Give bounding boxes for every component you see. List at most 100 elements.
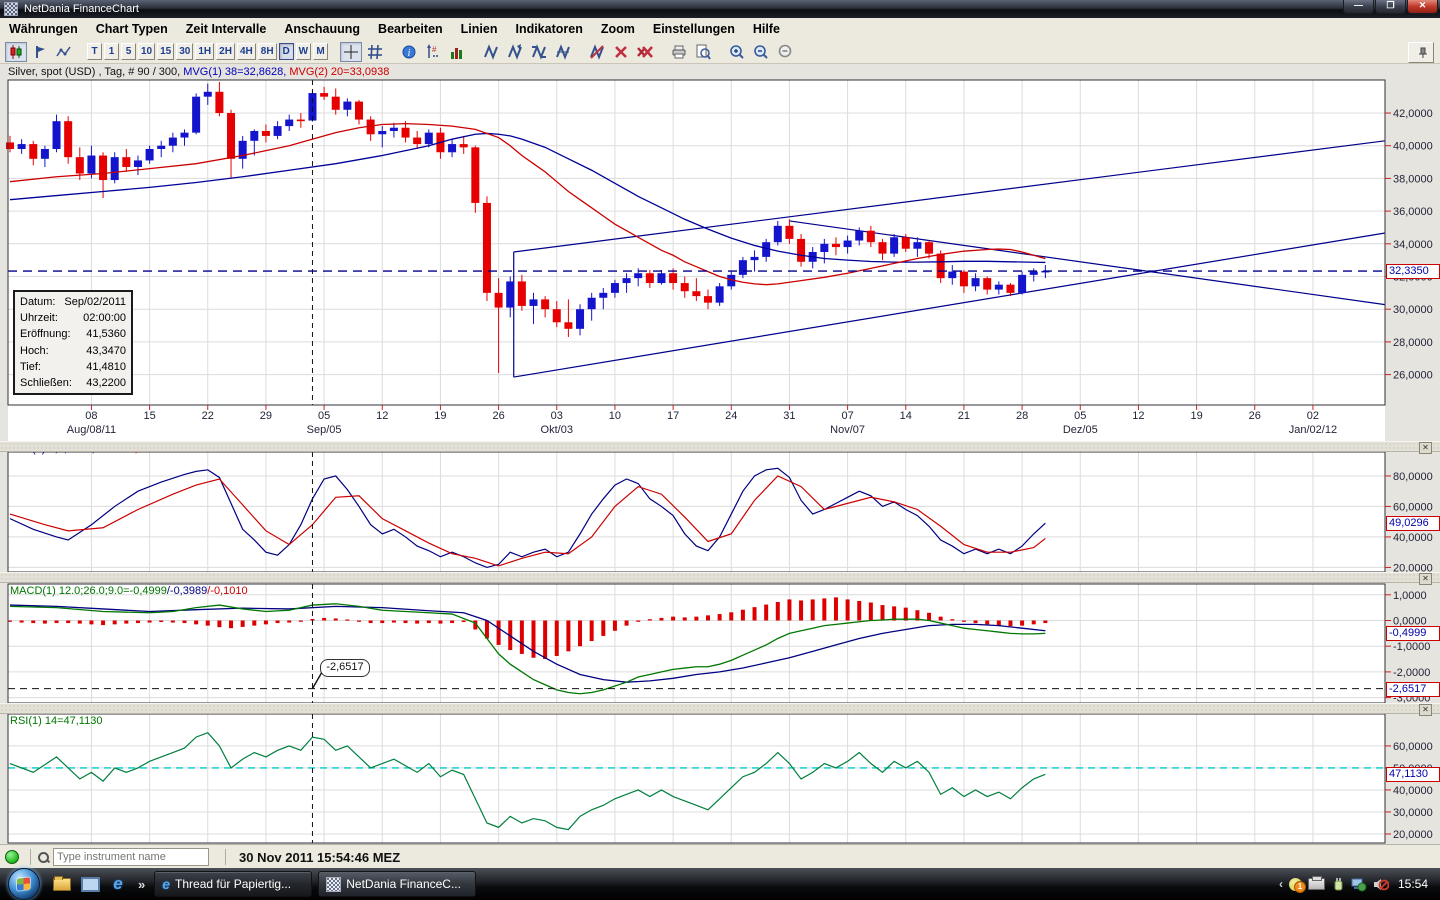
svg-text:-1,0000: -1,0000 [1393,641,1430,653]
interval-2h-button[interactable]: 2H [216,43,235,60]
svg-text:24: 24 [725,410,737,422]
restore-button[interactable]: ❐ [1375,0,1406,14]
chart-type-line-button[interactable] [53,42,75,62]
menu-item-zeit-intervalle[interactable]: Zeit Intervalle [177,20,276,38]
interval-15-button[interactable]: 15 [157,43,175,60]
print-preview-button[interactable] [692,42,714,62]
interval-t-button[interactable]: T [87,43,102,60]
splitter-pks-macd[interactable]: ✕ [0,572,1440,585]
interval-1h-button[interactable]: 1H [195,43,215,60]
close-panel-icon[interactable]: ✕ [1419,704,1432,716]
interval-w-button[interactable]: W [295,43,312,60]
title-bar: NetDania FinanceChart — ❐ ✕ [0,0,1440,18]
updates-tray-icon[interactable]: 1 [1288,877,1306,893]
interval-d-button[interactable]: D [278,43,294,60]
svg-text:34,0000: 34,0000 [1393,239,1433,251]
instrument-search-input[interactable] [53,848,209,866]
trendline-arrow-button[interactable] [504,42,526,62]
svg-text:60,0000: 60,0000 [1393,501,1433,513]
taskbar-window-1[interactable]: e Thread für Papiertig... [154,871,313,897]
splitter-main-pks[interactable]: ✕ [0,441,1440,454]
taskbar-window-2[interactable]: NetDania FinanceC... [318,871,477,897]
svg-text:05: 05 [1074,410,1086,422]
interval-8h-button[interactable]: 8H [257,43,277,60]
crosshair-button[interactable] [340,41,363,62]
svg-text:21: 21 [958,410,970,422]
chart-type-bars-button[interactable] [29,42,51,62]
macd-axis-value-highlight: -2,6517 [1386,681,1440,697]
close-panel-icon[interactable]: ✕ [1419,573,1432,585]
svg-text:12: 12 [1132,410,1144,422]
menu-item-zoom[interactable]: Zoom [592,20,644,38]
rsi-indicator-label: RSI(1) 14=47,1130 [10,715,102,727]
instrument-label-text: Silver, spot (USD) , Tag, # 90 / 300, [8,66,184,78]
network-tray-icon[interactable] [1351,877,1367,892]
edit-line-button[interactable] [586,42,608,62]
svg-text:31: 31 [783,410,795,422]
interval-10-button[interactable]: 10 [138,43,156,60]
close-panel-icon[interactable]: ✕ [1419,442,1432,454]
printer-tray-icon[interactable] [1307,876,1325,890]
menu-item-linien[interactable]: Linien [452,20,507,38]
search-icon [38,851,49,863]
zoom-reset-button[interactable] [774,42,796,62]
internet-explorer-icon[interactable]: e [108,874,128,894]
volume-button[interactable] [446,42,468,62]
ohlc-tooltip: Datum: Sep/02/2011 Uhrzeit: 02:00:00 Eröff… [13,290,133,396]
svg-text:05: 05 [318,410,330,422]
interval-4h-button[interactable]: 4H [236,43,256,60]
quicklaunch-folder-icon[interactable] [52,874,72,894]
power-plug-tray-icon[interactable] [1331,877,1345,892]
chart-type-candlestick-button[interactable] [5,41,27,62]
trendline-channel-button[interactable] [552,42,574,62]
macd-label-main: MACD(1) 12.0;26.0;9.0=-0,4999 [10,585,167,597]
zoom-in-button[interactable] [726,42,748,62]
start-button[interactable] [8,868,40,900]
interval-5-button[interactable]: 5 [121,43,136,60]
tray-expand-chevron[interactable]: ‹ [1279,877,1283,891]
application-window: 42,000040,000038,000036,000034,000032,00… [0,0,1440,900]
menu-item-chart-typen[interactable]: Chart Typen [87,20,177,38]
svg-text:15: 15 [143,410,155,422]
interval-1-button[interactable]: 1 [104,43,119,60]
menu-item-bearbeiten[interactable]: Bearbeiten [369,20,452,38]
delete-all-lines-button[interactable] [634,42,656,62]
show-desktop-icon[interactable] [80,874,100,894]
menu-item-indikatoren[interactable]: Indikatoren [506,20,591,38]
connection-status-icon [5,850,19,864]
trendline-button[interactable] [480,42,502,62]
svg-text:80,0000: 80,0000 [1393,471,1433,483]
menu-item-hilfe[interactable]: Hilfe [744,20,789,38]
trendline-ticks-button[interactable] [528,42,550,62]
volume-muted-tray-icon[interactable] [1373,877,1389,892]
svg-text:26,0000: 26,0000 [1393,370,1433,382]
taskbar-window-title: NetDania FinanceC... [346,877,461,891]
mvg2-label: MVG(2) 20=33,0938 [289,66,390,78]
svg-text:42,0000: 42,0000 [1393,108,1433,120]
svg-text:#: # [432,45,437,54]
svg-text:08: 08 [85,410,97,422]
svg-text:38,0000: 38,0000 [1393,173,1433,185]
zoom-out-button[interactable] [750,42,772,62]
menu-item-einstellungen[interactable]: Einstellungen [644,20,744,38]
netdania-icon [326,876,342,892]
interval-m-button[interactable]: M [313,43,329,60]
menu-bar: Währungen Chart Typen Zeit Intervalle Ansch… [0,18,1440,41]
grid-button[interactable] [364,42,386,62]
quicklaunch-overflow-chevron[interactable]: » [138,877,145,892]
interval-30-button[interactable]: 30 [176,43,194,60]
info-button[interactable]: i [398,42,420,62]
close-button[interactable]: ✕ [1407,0,1438,14]
menu-item-anschauung[interactable]: Anschauung [275,20,369,38]
delete-line-button[interactable] [610,42,632,62]
minimize-button[interactable]: — [1343,0,1374,14]
tooltip-high-value: 43,3470 [86,344,126,357]
measure-button[interactable]: # [422,42,444,62]
pin-panel-button[interactable] [1408,42,1434,63]
menu-item-währungen[interactable]: Währungen [0,20,87,38]
taskbar-window-title: Thread für Papiertig... [175,877,292,891]
tooltip-high-label: Hoch: [20,344,49,357]
divider [225,849,226,865]
print-button[interactable] [668,42,690,62]
splitter-macd-rsi[interactable]: ✕ [0,703,1440,716]
